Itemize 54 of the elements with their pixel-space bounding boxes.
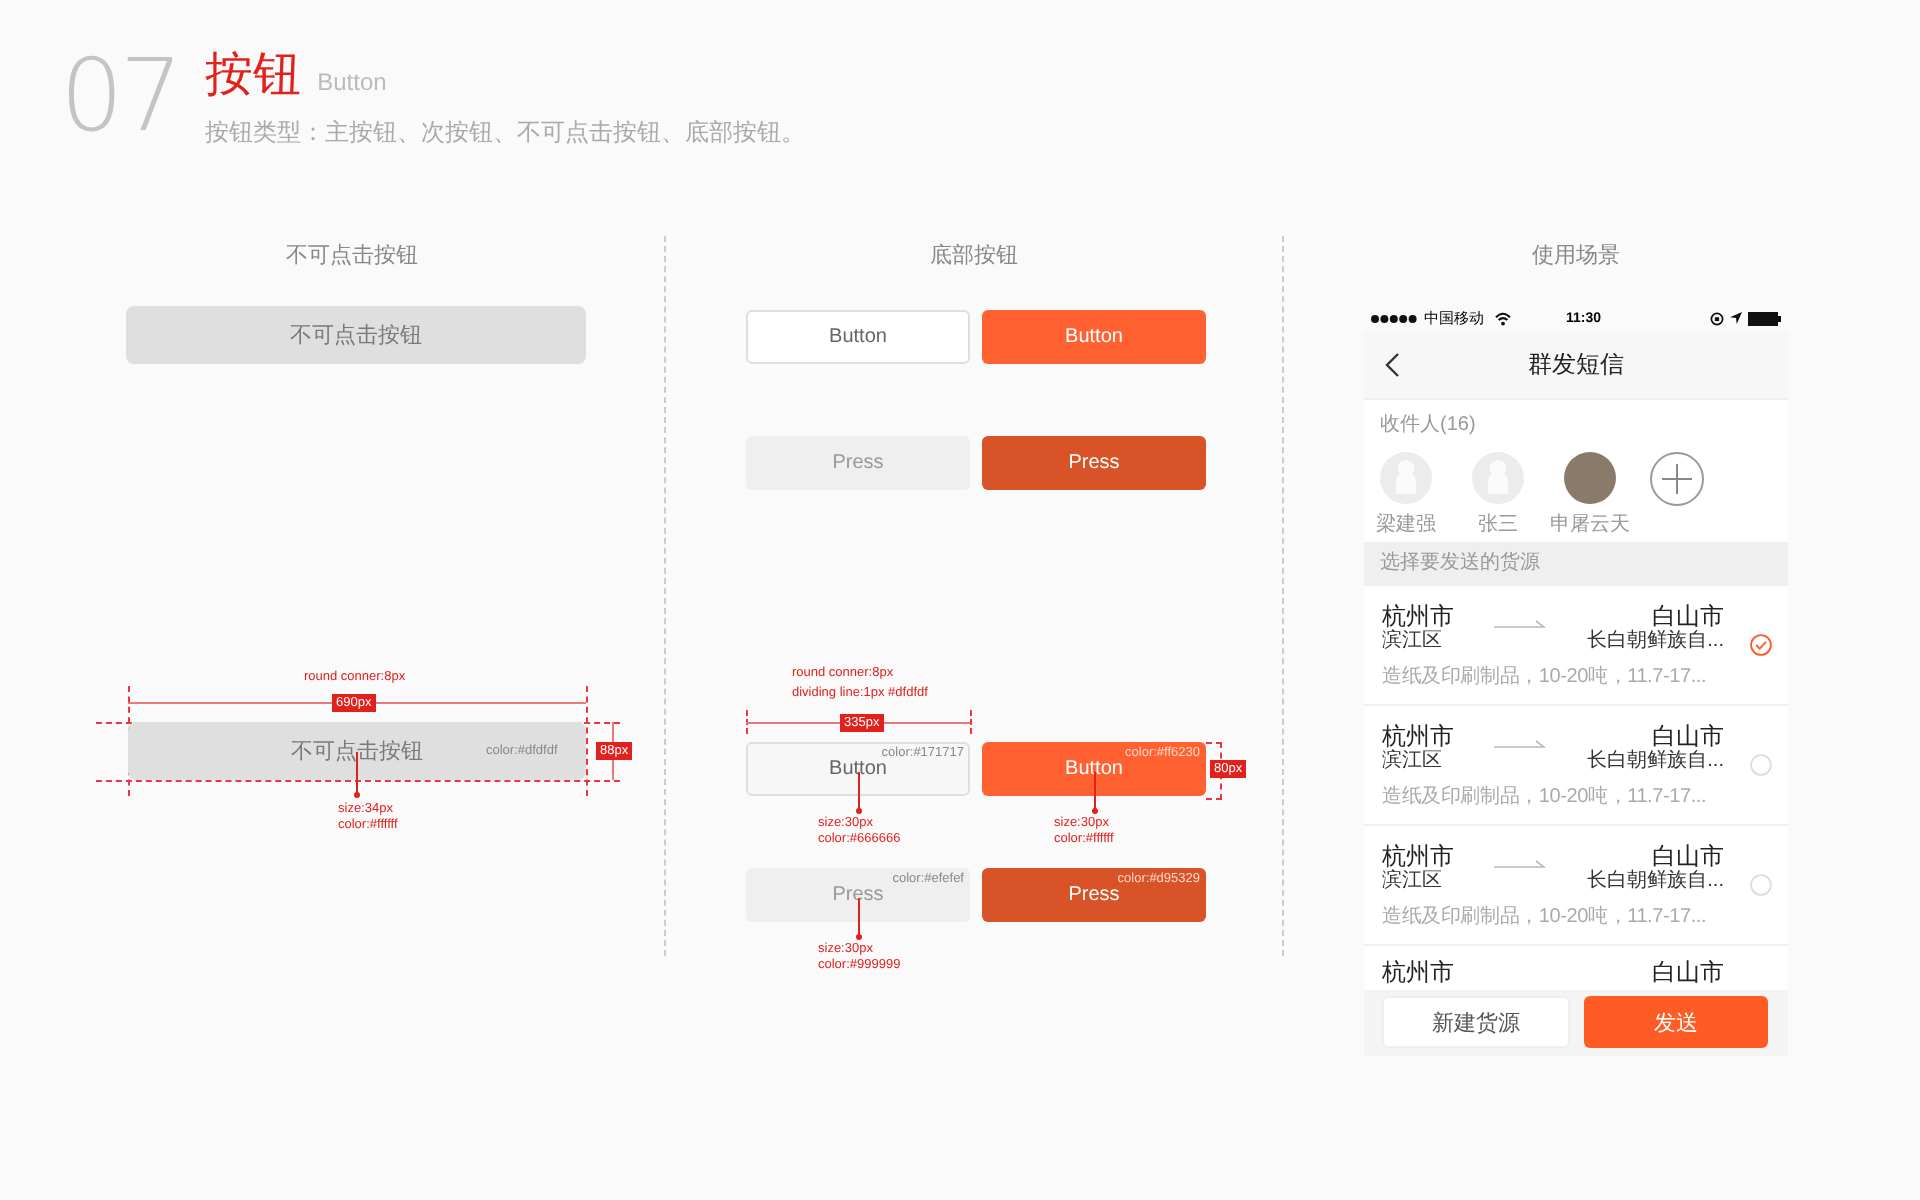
battery-icon (1748, 311, 1782, 325)
cargo-list-item[interactable]: 杭州市 滨江区 白山市 长白朝鲜族自... 造纸及印刷制品，10-20吨，11.7-17... (1364, 826, 1788, 946)
avatar-photo[interactable] (1564, 451, 1616, 504)
sample-button[interactable]: Button (746, 310, 970, 364)
checked-radio-icon[interactable] (1750, 634, 1772, 656)
destination-city: 白山市 (1652, 958, 1724, 986)
column-title: 使用场景 (1530, 242, 1622, 272)
pointer-line (858, 898, 860, 938)
cargo-detail: 造纸及印刷制品，10-20吨，11.7-17... (1382, 903, 1709, 929)
destination-district: 长白朝鲜族自... (1587, 869, 1724, 893)
cargo-detail: 造纸及印刷制品，10-20吨，11.7-17... (1382, 663, 1709, 689)
origin-district: 滨江区 (1382, 869, 1444, 893)
pointer-line (858, 772, 860, 812)
origin-city: 杭州市 (1382, 721, 1454, 749)
cargo-detail: 造纸及印刷制品，10-20吨，11.7-17... (1382, 783, 1709, 809)
recipient-name: 梁建强 (1376, 511, 1436, 538)
sample-button[interactable]: Press (746, 436, 970, 490)
pointer-line (356, 752, 358, 796)
guide-line (970, 710, 972, 734)
origin-district: 滨江区 (1382, 629, 1444, 653)
location-arrow-icon (1730, 312, 1742, 324)
cargo-list-item[interactable]: 杭州市 滨江区 白山市 长白朝鲜族自... 造纸及印刷制品，10-20吨，11.7-17... (1364, 706, 1788, 826)
radio-icon[interactable] (1750, 874, 1772, 896)
destination-district: 长白朝鲜族自... (1587, 749, 1724, 773)
sample-button[interactable]: Press (982, 436, 1206, 490)
origin-city: 杭州市 (1382, 958, 1454, 986)
send-button[interactable]: 发送 (1584, 996, 1768, 1048)
origin-city: 杭州市 (1382, 601, 1454, 629)
new-cargo-button[interactable]: 新建货源 (1382, 996, 1570, 1048)
sample-button[interactable]: Button (982, 310, 1206, 364)
column-title: 底部按钮 (928, 241, 1020, 272)
wifi-icon (1494, 311, 1512, 325)
column-title: 不可点击按钮 (284, 241, 420, 272)
section-title: 按钮 (205, 48, 302, 104)
rotation-lock-icon (1710, 311, 1724, 325)
pointer-line (1094, 772, 1096, 812)
destination-city: 白山市 (1652, 721, 1724, 749)
recipients-label: 收件人(16) (1380, 411, 1478, 438)
back-icon[interactable] (1384, 351, 1400, 378)
origin-district: 滨江区 (1382, 749, 1444, 773)
destination-district: 长白朝鲜族自... (1587, 629, 1724, 653)
cargo-list-item[interactable]: 杭州市 滨江区 白山市 长白朝鲜族自... 造纸及印刷制品，10-20吨，11.7-17... (1364, 586, 1788, 706)
section-label: 选择要发送的货源 (1364, 542, 1788, 586)
signal-icon (1370, 313, 1418, 323)
destination-city: 白山市 (1652, 841, 1724, 869)
section-subtitle: Button (317, 68, 387, 96)
radio-icon[interactable] (1750, 754, 1772, 776)
section-description: 按钮类型：主按钮、次按钮、不可点击按钮、底部按钮。 (205, 116, 806, 150)
origin-city: 杭州市 (1382, 841, 1454, 869)
recipient-name: 申屠云天 (1550, 511, 1630, 538)
recipient-name: 张三 (1478, 511, 1518, 538)
screen-title: 群发短信 (1528, 347, 1624, 382)
destination-city: 白山市 (1652, 601, 1724, 629)
add-icon[interactable] (1650, 451, 1704, 506)
